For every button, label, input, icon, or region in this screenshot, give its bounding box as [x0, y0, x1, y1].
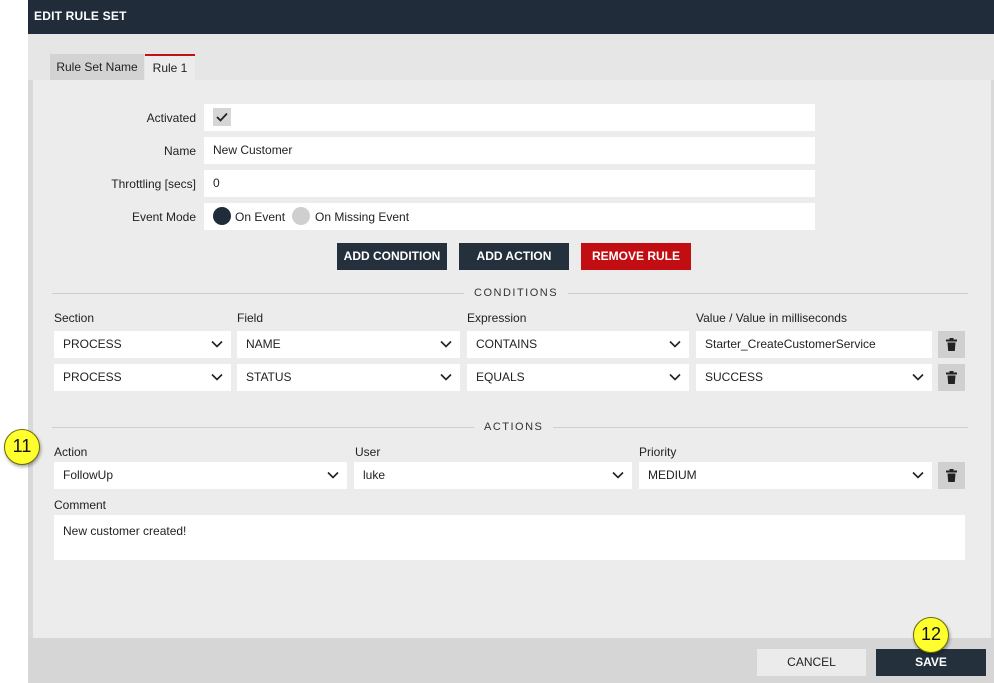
check-icon [216, 112, 228, 122]
callout-badge-11: 11 [4, 429, 40, 465]
throttling-input[interactable]: 0 [204, 170, 815, 197]
condition-2-field-value: STATUS [246, 370, 292, 384]
remove-rule-button[interactable]: REMOVE RULE [581, 243, 691, 270]
tab-rule-1[interactable]: Rule 1 [145, 54, 195, 80]
add-action-button[interactable]: ADD ACTION [459, 243, 569, 270]
col-value-header: Value / Value in milliseconds [696, 311, 847, 325]
throttling-label: Throttling [secs] [111, 177, 196, 191]
user-value: luke [363, 468, 386, 482]
chevron-down-icon [440, 373, 452, 381]
actions-title: ACTIONS [474, 421, 554, 433]
condition-2-section-value: PROCESS [63, 370, 122, 384]
condition-1-delete-button[interactable] [938, 331, 965, 358]
trash-icon [946, 371, 957, 384]
chevron-down-icon [211, 340, 223, 348]
name-input[interactable]: New Customer [204, 137, 815, 164]
priority-value: MEDIUM [648, 468, 697, 482]
chevron-down-icon [327, 471, 339, 479]
chevron-down-icon [669, 373, 681, 381]
condition-1-field-select[interactable]: NAME [237, 331, 460, 358]
condition-2-expression-value: EQUALS [476, 370, 525, 384]
condition-1-expression-value: CONTAINS [476, 337, 538, 351]
col-field-header: Field [237, 311, 264, 325]
comment-textarea[interactable]: New customer created! [54, 515, 965, 560]
dialog-title: EDIT RULE SET [28, 0, 994, 34]
condition-2-field-select[interactable]: STATUS [237, 364, 460, 391]
col-user-header: User [355, 445, 381, 459]
condition-1-section-value: PROCESS [63, 337, 122, 351]
activated-label: Activated [146, 111, 196, 125]
trash-icon [946, 338, 957, 351]
trash-icon [946, 469, 957, 482]
radio-on-event-label: On Event [235, 210, 286, 224]
activated-checkbox[interactable] [213, 108, 231, 126]
comment-label: Comment [54, 498, 107, 512]
conditions-title: CONDITIONS [464, 287, 569, 299]
tab-bar: Rule Set Name Rule 1 [28, 34, 994, 80]
col-action-header: Action [54, 445, 88, 459]
action-select[interactable]: FollowUp [54, 462, 347, 489]
chevron-down-icon [669, 340, 681, 348]
chevron-down-icon [440, 340, 452, 348]
chevron-down-icon [211, 373, 223, 381]
user-select[interactable]: luke [354, 462, 632, 489]
condition-2-section-select[interactable]: PROCESS [54, 364, 231, 391]
name-label: Name [163, 144, 196, 158]
radio-on-missing-event[interactable] [292, 207, 310, 225]
priority-select[interactable]: MEDIUM [639, 462, 932, 489]
action-delete-button[interactable] [938, 462, 965, 489]
radio-on-missing-event-label: On Missing Event [315, 210, 410, 224]
event-mode-label: Event Mode [131, 210, 196, 224]
condition-2-value-select[interactable]: SUCCESS [696, 364, 932, 391]
col-section-header: Section [54, 311, 95, 325]
col-priority-header: Priority [639, 445, 677, 459]
chevron-down-icon [612, 471, 624, 479]
condition-2-delete-button[interactable] [938, 364, 965, 391]
activated-field [204, 104, 815, 131]
condition-1-section-select[interactable]: PROCESS [54, 331, 231, 358]
condition-1-value-input[interactable]: Starter_CreateCustomerService [696, 331, 932, 358]
callout-badge-12: 12 [913, 617, 949, 653]
col-expression-header: Expression [467, 311, 527, 325]
condition-2-expression-select[interactable]: EQUALS [467, 364, 689, 391]
condition-1-expression-select[interactable]: CONTAINS [467, 331, 689, 358]
save-button[interactable]: SAVE [876, 649, 986, 676]
action-value: FollowUp [63, 468, 114, 482]
condition-1-field-value: NAME [246, 337, 281, 351]
radio-on-event[interactable] [213, 207, 231, 225]
cancel-button[interactable]: CANCEL [757, 649, 866, 676]
chevron-down-icon [912, 471, 924, 479]
add-condition-button[interactable]: ADD CONDITION [337, 243, 447, 270]
chevron-down-icon [912, 373, 924, 381]
tab-rule-set-name[interactable]: Rule Set Name [50, 54, 144, 80]
condition-2-value-value: SUCCESS [705, 370, 764, 384]
